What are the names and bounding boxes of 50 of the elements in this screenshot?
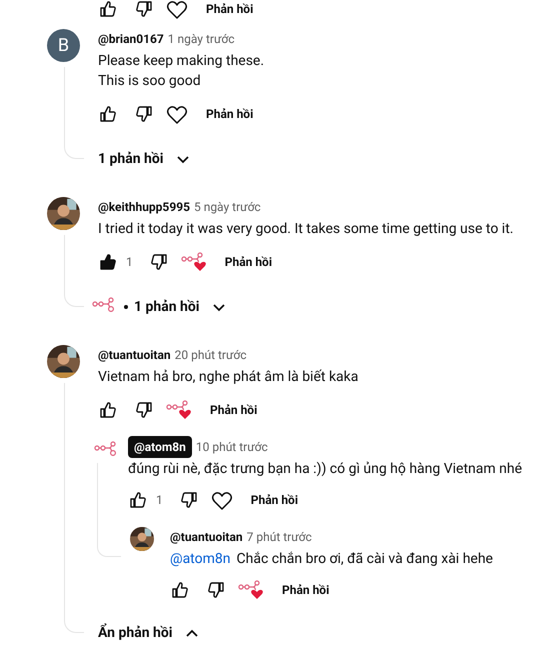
timestamp: 20 phút trước bbox=[174, 347, 247, 364]
timestamp: 7 phút trước bbox=[246, 529, 312, 546]
creator-heart-icon bbox=[166, 400, 192, 420]
creator-heart-icon bbox=[238, 580, 264, 600]
author-name[interactable]: @tuantuoitan bbox=[170, 528, 243, 546]
thumbs-down-icon bbox=[134, 104, 154, 124]
creator-heart-icon bbox=[180, 252, 207, 272]
thread-line bbox=[64, 235, 84, 307]
show-replies-button[interactable]: 1 phản hồi bbox=[98, 148, 190, 170]
author-badge[interactable]: @atom8n bbox=[128, 436, 192, 458]
thumbs-up-filled-icon bbox=[98, 252, 118, 272]
timestamp: 1 ngày trước bbox=[168, 31, 235, 48]
like-count: 1 bbox=[126, 254, 133, 271]
thumbs-down-icon bbox=[178, 490, 199, 510]
heart-icon bbox=[166, 104, 188, 124]
thumbs-up-icon bbox=[98, 400, 118, 420]
avatar: B bbox=[47, 29, 80, 62]
thumbs-up-icon bbox=[98, 0, 118, 19]
author-name[interactable]: @keithhupp5995 bbox=[98, 198, 190, 216]
comment-text: I tried it today it was very good. It takes some time getting use to it. bbox=[98, 220, 514, 239]
heart-icon bbox=[210, 490, 233, 510]
thumbs-up-icon bbox=[98, 104, 118, 124]
heart-icon bbox=[166, 0, 188, 20]
thumbs-down-icon bbox=[134, 400, 154, 420]
mention-link[interactable]: @atom8n bbox=[170, 551, 230, 567]
like-count: 1 bbox=[156, 492, 163, 509]
like-button[interactable]: 1 bbox=[98, 248, 135, 276]
thumbs-down-icon bbox=[148, 252, 169, 272]
thumbs-down-icon bbox=[134, 0, 154, 19]
chevron-up-icon bbox=[184, 627, 198, 639]
like-button[interactable]: 1 bbox=[128, 486, 165, 514]
hide-replies-button[interactable]: Ẩn phản hồi bbox=[98, 622, 198, 644]
timestamp: 10 phút trước bbox=[196, 439, 268, 456]
timestamp: 5 ngày trước bbox=[194, 199, 261, 216]
author-name[interactable]: @tuantuoitan bbox=[98, 346, 171, 364]
reply-button[interactable]: Phản hồi bbox=[208, 396, 260, 424]
comment-text: Please keep making these. This is soo good bbox=[98, 52, 266, 91]
thumbs-up-icon bbox=[170, 580, 190, 600]
reply-button[interactable]: Phản hồi bbox=[280, 576, 332, 604]
reply-button[interactable]: Phản hồi bbox=[204, 0, 256, 23]
comment-text: Vietnam hả bro, nghe phát âm là biết kaka bbox=[98, 368, 360, 387]
thumbs-down-icon bbox=[206, 580, 226, 600]
comment-text: đúng rùi nè, đặc trưng bạn ha :)) có gì ủng hộ hàng Vietnam nhé bbox=[128, 460, 522, 479]
author-name[interactable]: @brian0167 bbox=[98, 30, 164, 48]
reply-button[interactable]: Phản hồi bbox=[248, 486, 300, 514]
reply-button[interactable]: Phản hồi bbox=[222, 248, 274, 276]
comment-text: @atom8n Chắc chắn bro ơi, đã cài và đang xài hehe bbox=[170, 550, 493, 569]
reply-button[interactable]: Phản hồi bbox=[204, 100, 256, 128]
thumbs-up-icon bbox=[128, 490, 148, 510]
show-replies-button[interactable]: 1 phản hồi bbox=[92, 296, 226, 318]
